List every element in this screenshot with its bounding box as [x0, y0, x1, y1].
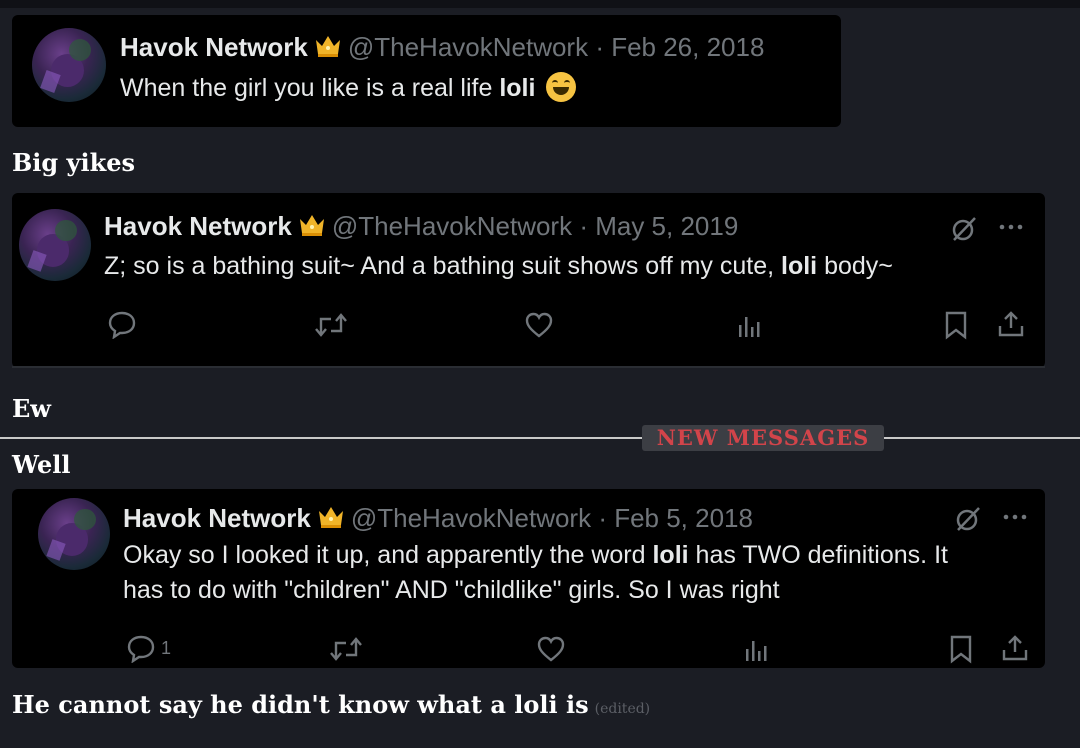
- embed-divider: [12, 366, 1045, 368]
- avatar[interactable]: [38, 498, 110, 570]
- chat-message: Well: [12, 450, 71, 479]
- views-icon[interactable]: [743, 637, 769, 663]
- reply-count: 1: [161, 637, 172, 658]
- more-options-icon[interactable]: [1001, 507, 1029, 527]
- share-icon[interactable]: [1000, 633, 1030, 663]
- reply-icon[interactable]: [107, 309, 137, 339]
- bookmark-icon[interactable]: [943, 310, 969, 340]
- tweet-text: Z; so is a bathing suit~ And a bathing s…: [104, 252, 893, 280]
- new-messages-label: NEW MESSAGES: [642, 425, 884, 451]
- reply-icon: [126, 633, 156, 663]
- tweet-embed-3[interactable]: Havok Network @TheHavokNetwork · Feb 5, 2…: [12, 489, 1045, 668]
- author-name[interactable]: Havok Network: [104, 211, 292, 241]
- chat-message: He cannot say he didn't know what a loli…: [12, 690, 650, 719]
- new-messages-divider: [0, 437, 1080, 439]
- chat-message-text: He cannot say he didn't know what a loli…: [12, 690, 589, 719]
- crown-icon: [314, 34, 342, 65]
- edited-label: (edited): [594, 701, 651, 717]
- bookmark-icon[interactable]: [948, 634, 974, 664]
- retweet-icon[interactable]: [314, 311, 348, 339]
- chat-message: Big yikes: [12, 148, 136, 177]
- handle-date[interactable]: @TheHavokNetwork · May 5, 2019: [332, 211, 738, 241]
- tweet-embed-2[interactable]: Havok Network @TheHavokNetwork · May 5, 2…: [12, 193, 1045, 368]
- top-bar: [0, 0, 1080, 8]
- grok-icon[interactable]: [950, 215, 978, 243]
- author-name[interactable]: Havok Network: [123, 503, 311, 533]
- avatar[interactable]: [19, 209, 91, 281]
- reply-button[interactable]: 1: [126, 633, 171, 663]
- retweet-icon[interactable]: [329, 635, 363, 663]
- views-icon[interactable]: [736, 313, 762, 339]
- share-icon[interactable]: [996, 309, 1026, 339]
- chat-message: Ew: [12, 394, 51, 423]
- crown-icon: [317, 505, 345, 536]
- avatar[interactable]: [32, 28, 106, 102]
- like-icon[interactable]: [524, 311, 554, 339]
- like-icon[interactable]: [536, 635, 566, 663]
- author-name[interactable]: Havok Network: [120, 32, 308, 62]
- handle-date[interactable]: @TheHavokNetwork · Feb 26, 2018: [348, 32, 765, 62]
- more-options-icon[interactable]: [997, 217, 1025, 237]
- crown-icon: [298, 213, 326, 244]
- laughing-emoji-icon: [546, 72, 577, 102]
- grok-icon[interactable]: [954, 505, 982, 533]
- tweet-text: When the girl you like is a real life lo…: [120, 71, 577, 106]
- handle-date[interactable]: @TheHavokNetwork · Feb 5, 2018: [351, 503, 753, 533]
- tweet-embed-1[interactable]: Havok Network @TheHavokNetwork · Feb 26, …: [12, 15, 841, 127]
- tweet-text: Okay so I looked it up, and apparently t…: [123, 541, 948, 604]
